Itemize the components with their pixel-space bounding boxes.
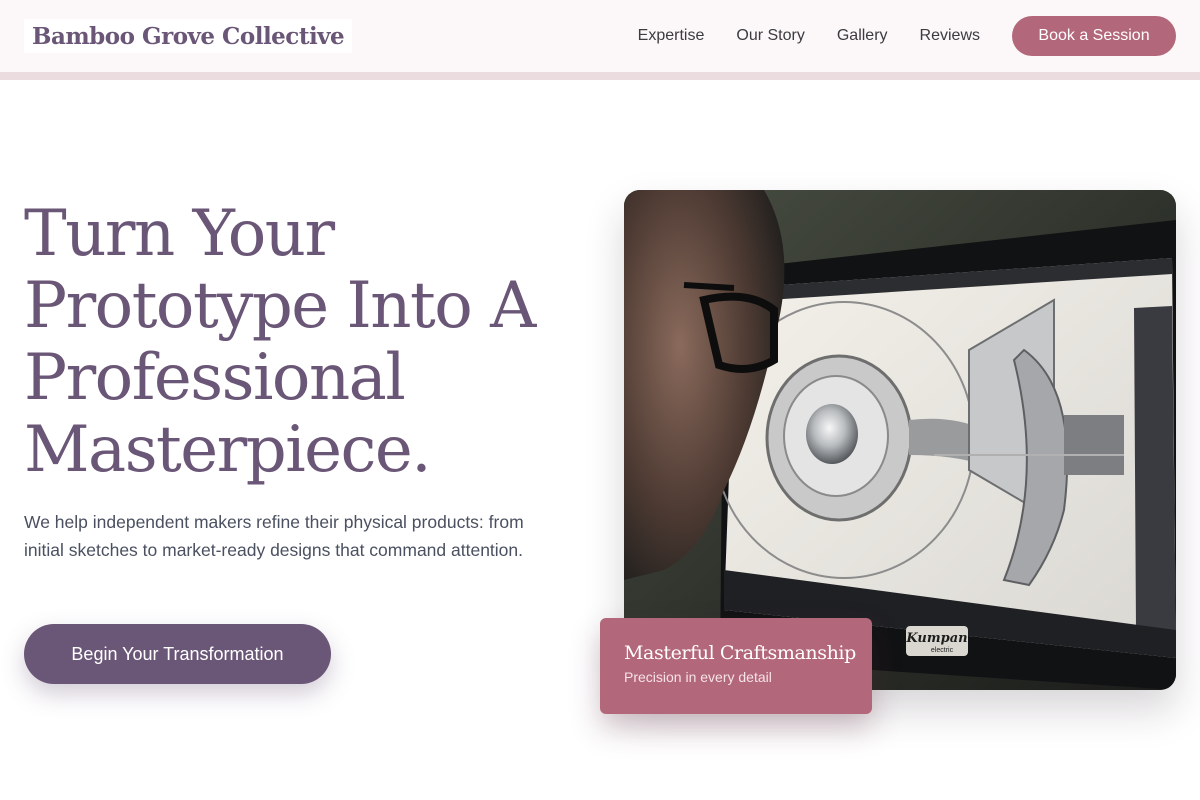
- monitor-brand-text: Kumpan: [905, 631, 967, 646]
- main-nav: Expertise Our Story Gallery Reviews Book…: [638, 16, 1176, 56]
- badge-title: Masterful Craftsmanship: [624, 642, 856, 664]
- nav-link-reviews[interactable]: Reviews: [920, 27, 980, 45]
- site-header: Bamboo Grove Collective Expertise Our St…: [0, 0, 1200, 80]
- hero-image: Kumpan electric: [624, 190, 1176, 690]
- monitor-brand-subtext: electric: [931, 647, 954, 654]
- begin-transformation-button[interactable]: Begin Your Transformation: [24, 624, 331, 684]
- badge-subtitle: Precision in every detail: [624, 669, 772, 685]
- nav-link-expertise[interactable]: Expertise: [638, 27, 705, 45]
- hero-title: Turn Your Prototype Into A Professional …: [24, 197, 536, 487]
- nav-link-gallery[interactable]: Gallery: [837, 27, 888, 45]
- craftsmanship-badge: Masterful Craftsmanship Precision in eve…: [600, 618, 872, 714]
- nav-link-our-story[interactable]: Our Story: [736, 27, 804, 45]
- site-logo[interactable]: Bamboo Grove Collective: [24, 19, 353, 53]
- book-session-button[interactable]: Book a Session: [1012, 16, 1176, 56]
- hero-description: We help independent makers refine their …: [24, 512, 524, 560]
